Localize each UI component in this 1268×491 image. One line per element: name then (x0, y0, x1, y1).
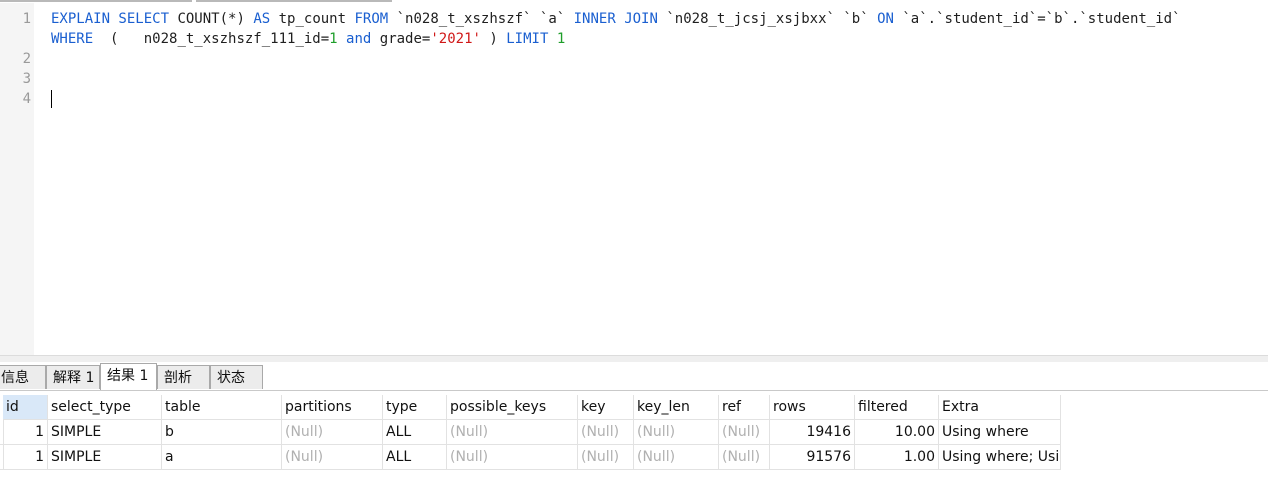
line-number: 2 (22, 51, 31, 67)
code-token: `a`.`student_id`=`b`.`student_id` (893, 11, 1181, 27)
keyword-token: and (346, 31, 372, 47)
table-cell[interactable]: (Null) (578, 445, 634, 470)
column-header-ref[interactable]: ref (719, 395, 770, 420)
tab-result-1[interactable]: 结果 1 (100, 363, 157, 390)
column-header-filtered[interactable]: filtered (855, 395, 939, 420)
line-number-gutter: 1 2 3 4 (0, 3, 34, 355)
column-header-select-type[interactable]: select_type (48, 395, 162, 420)
number-token: 1 (329, 31, 338, 47)
column-header-key-len[interactable]: key_len (634, 395, 719, 420)
tab-profile[interactable]: 剖析 (157, 365, 210, 389)
text-caret (51, 90, 52, 108)
table-cell[interactable]: Using where (939, 420, 1061, 445)
line-number: 1 (22, 11, 31, 27)
sql-editor[interactable]: 1 2 3 4 EXPLAIN SELECT COUNT(*) AS tp_co… (0, 3, 1268, 355)
keyword-token: ON (877, 11, 894, 27)
code-token: tp_count (270, 11, 355, 27)
column-header-possible-keys[interactable]: possible_keys (447, 395, 578, 420)
code-token: ) (480, 31, 507, 47)
table-cell[interactable]: 91576 (770, 445, 855, 470)
table-cell[interactable]: Using where; Usi (939, 445, 1061, 470)
code-token: ( n028_t_xszhszf_111_id= (93, 31, 330, 47)
table-cell[interactable]: 1 (3, 420, 48, 445)
table-cell[interactable]: (Null) (719, 420, 770, 445)
column-header-key[interactable]: key (578, 395, 634, 420)
tab-status[interactable]: 状态 (210, 365, 263, 389)
code-line-1-wrapped[interactable]: WHERE ( n028_t_xszhszf_111_id=1 and grad… (51, 29, 565, 49)
table-cell[interactable]: SIMPLE (48, 420, 162, 445)
table-cell[interactable]: (Null) (282, 445, 383, 470)
code-line-1[interactable]: EXPLAIN SELECT COUNT(*) AS tp_count FROM… (51, 9, 1181, 29)
column-header-partitions[interactable]: partitions (282, 395, 383, 420)
table-cell[interactable]: (Null) (282, 420, 383, 445)
table-cell[interactable]: 1.00 (855, 445, 939, 470)
number-token: 1 (556, 31, 566, 47)
tab-messages[interactable]: 信息 (0, 365, 46, 389)
line-number: 4 (22, 91, 31, 107)
result-tab-bar: 信息 解释 1 结果 1 剖析 状态 (0, 362, 1268, 391)
code-token: `n028_t_xszhszf` `a` (388, 11, 574, 27)
tab-explain-1[interactable]: 解释 1 (46, 365, 100, 389)
table-cell[interactable]: ALL (383, 445, 447, 470)
table-cell[interactable]: ALL (383, 420, 447, 445)
table-cell[interactable]: 10.00 (855, 420, 939, 445)
code-token: grade= (371, 31, 431, 47)
table-cell[interactable]: (Null) (447, 445, 578, 470)
column-header-table[interactable]: table (162, 395, 282, 420)
string-token: '2021' (430, 31, 481, 47)
table-cell[interactable]: SIMPLE (48, 445, 162, 470)
keyword-token: EXPLAIN SELECT (51, 11, 170, 27)
keyword-token: LIMIT (506, 31, 549, 47)
table-cell[interactable]: 1 (3, 445, 48, 470)
table-cell[interactable]: b (162, 420, 282, 445)
keyword-token: WHERE (51, 31, 94, 47)
table-cell[interactable]: a (162, 445, 282, 470)
keyword-token: AS (253, 11, 271, 27)
pane-splitter[interactable] (0, 355, 1268, 362)
table-cell[interactable]: (Null) (634, 420, 719, 445)
top-tab-edge-2 (196, 0, 392, 2)
table-cell[interactable]: (Null) (578, 420, 634, 445)
code-token: COUNT(*) (169, 11, 254, 27)
table-cell[interactable]: (Null) (634, 445, 719, 470)
column-header-rows[interactable]: rows (770, 395, 855, 420)
code-token: `n028_t_jcsj_xsjbxx` `b` (657, 11, 878, 27)
column-header-id[interactable]: id (3, 395, 48, 420)
column-header-extra[interactable]: Extra (939, 395, 1061, 420)
keyword-token: FROM (354, 11, 389, 27)
keyword-token: INNER JOIN (573, 11, 658, 27)
table-cell[interactable]: (Null) (447, 420, 578, 445)
table-cell[interactable]: (Null) (719, 445, 770, 470)
line-number: 3 (22, 71, 31, 87)
column-header-type[interactable]: type (383, 395, 447, 420)
table-cell[interactable]: 19416 (770, 420, 855, 445)
top-tab-edge-1 (0, 0, 192, 2)
